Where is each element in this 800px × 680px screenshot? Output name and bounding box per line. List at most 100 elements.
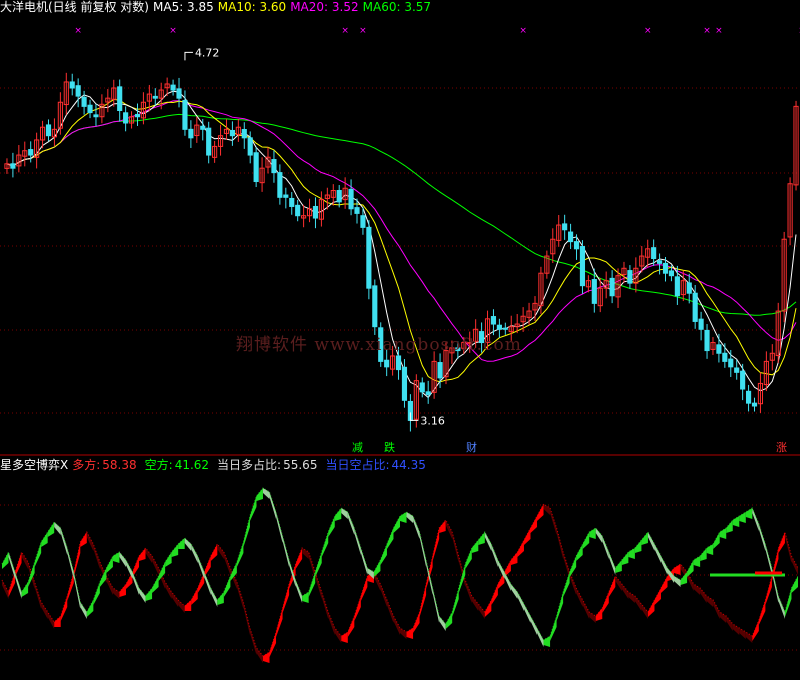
event-marker-zhang[interactable]: 涨 — [776, 442, 787, 454]
candle-body — [568, 231, 574, 243]
candle — [34, 132, 40, 169]
candle-body — [490, 316, 497, 325]
candle — [562, 214, 568, 240]
bear-band — [223, 576, 231, 597]
bull-band — [491, 584, 498, 605]
bull-band — [543, 504, 551, 515]
candle — [111, 79, 117, 107]
bear-band — [373, 560, 381, 577]
bear-band — [262, 488, 270, 499]
bear-band — [510, 584, 518, 599]
bear-band — [282, 536, 290, 567]
candle-body — [734, 367, 740, 373]
candle — [206, 121, 212, 164]
bear-band — [739, 512, 746, 523]
candle-body — [45, 124, 52, 137]
candle — [763, 351, 769, 392]
bear-band — [726, 520, 733, 533]
candle-body — [437, 362, 443, 379]
bull-band — [354, 596, 361, 621]
bull-band — [2, 580, 9, 599]
candle — [51, 118, 58, 147]
candle-body — [354, 207, 360, 214]
candle-body — [579, 246, 586, 287]
candle-body — [728, 358, 734, 368]
candle-body — [176, 88, 182, 99]
candle — [283, 187, 289, 209]
candle-body — [312, 205, 319, 219]
candle — [573, 234, 580, 260]
candle-body — [496, 324, 502, 330]
bull-band — [641, 604, 648, 619]
bull-band — [706, 596, 714, 607]
candle-body — [401, 366, 408, 401]
candle — [710, 337, 716, 355]
bull-band — [380, 584, 387, 607]
bear-band — [523, 604, 531, 623]
bear-band — [791, 576, 798, 593]
candle-body — [591, 279, 597, 304]
bull-band — [139, 548, 146, 561]
bull-band — [732, 624, 740, 635]
candle-body — [360, 215, 366, 228]
candle-body — [295, 204, 301, 217]
candle — [301, 204, 307, 228]
candle — [277, 164, 283, 205]
bear-band — [8, 552, 16, 579]
candle — [75, 78, 81, 108]
bear-band — [758, 524, 766, 551]
candle — [728, 349, 734, 377]
indicator-title: 星多空博弈X — [0, 458, 69, 472]
candle — [413, 374, 419, 428]
event-x-mark: × — [169, 26, 177, 36]
bull-band — [276, 608, 283, 637]
candle — [787, 177, 793, 246]
candle-body — [372, 285, 378, 328]
bull-band — [615, 576, 622, 591]
candle-body — [87, 104, 93, 114]
candle-body — [657, 260, 663, 264]
event-marker-die[interactable]: 跌 — [384, 442, 395, 454]
candle — [152, 88, 158, 106]
candle — [657, 253, 663, 275]
event-marker-cai[interactable]: 财 — [466, 442, 477, 454]
bear-band — [543, 636, 551, 647]
candle-body — [277, 172, 283, 198]
candle — [253, 147, 259, 188]
ma-legend-item: MA20: 3.52 — [290, 0, 359, 14]
ma-legend-item: MA60: 3.57 — [362, 0, 432, 14]
bull-band — [204, 556, 211, 577]
bull-band — [191, 588, 198, 605]
candle-body — [751, 402, 758, 407]
ma-legend-item: MA5: 3.85 — [153, 0, 214, 14]
event-x-mark: × — [519, 26, 527, 36]
bear-band — [256, 488, 263, 501]
candle — [579, 240, 586, 294]
bull-band — [608, 576, 616, 597]
bull-band — [34, 582, 42, 609]
candlesticks — [4, 72, 799, 432]
bear-band — [308, 572, 316, 597]
bear-band — [80, 602, 87, 619]
bear-band — [386, 528, 394, 549]
event-marker-jian[interactable]: 减 — [352, 442, 363, 454]
bear-band — [360, 548, 368, 575]
bull-band — [54, 616, 61, 627]
candle — [585, 275, 591, 293]
bull-band — [439, 520, 446, 533]
bear-band — [2, 552, 9, 569]
bear-band — [413, 516, 420, 539]
bull-band — [217, 544, 224, 559]
bear-band — [693, 556, 701, 567]
chart-title: 大洋电机(日线 前复权 对数) — [0, 0, 149, 14]
candle-body — [134, 113, 141, 118]
candle — [716, 333, 722, 363]
candle-body — [366, 226, 372, 289]
candle — [698, 311, 704, 341]
top-event-marks: ××××××××× — [74, 26, 800, 36]
bear-band — [328, 516, 335, 537]
bear-band — [713, 532, 720, 549]
candle-body — [188, 128, 194, 139]
bear-band — [249, 496, 257, 521]
candle-body — [348, 188, 354, 210]
